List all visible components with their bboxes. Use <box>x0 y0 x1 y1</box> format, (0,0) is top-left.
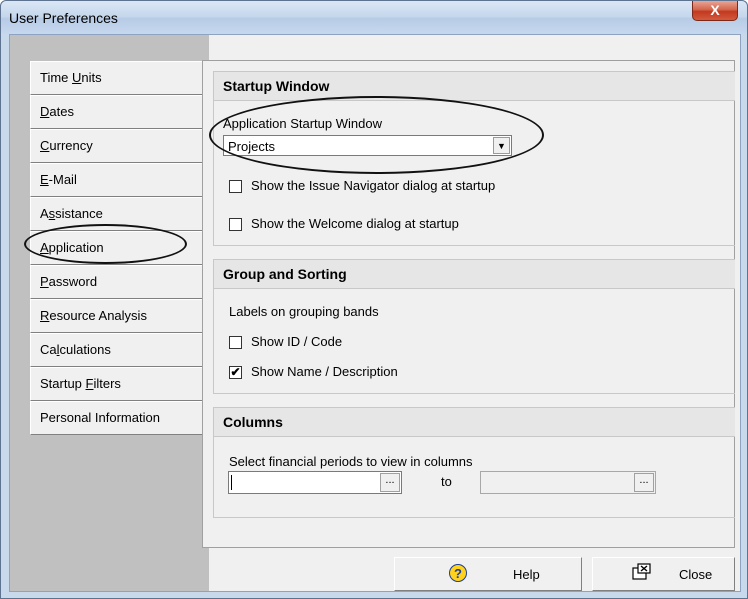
tab-currency[interactable]: Currency <box>30 129 209 163</box>
startup-window-select[interactable]: Projects ▼ <box>223 135 512 156</box>
period-from-browse-button[interactable]: ... <box>380 473 400 492</box>
period-to-browse-button[interactable]: ... <box>634 473 654 492</box>
welcome-dialog-label: Show the Welcome dialog at startup <box>251 216 459 231</box>
title-bar: User Preferences X <box>1 1 747 34</box>
tab-dates[interactable]: Dates <box>30 95 209 129</box>
category-nav-area: Time Units Dates Currency E-Mail Assista… <box>10 35 209 591</box>
tab-assistance[interactable]: Assistance <box>30 197 209 231</box>
show-name-description-label: Show Name / Description <box>251 364 398 379</box>
tab-startup-filters[interactable]: Startup Filters <box>30 367 209 401</box>
dialog-client-area: Time Units Dates Currency E-Mail Assista… <box>9 34 741 592</box>
tab-personal-information[interactable]: Personal Information <box>30 401 209 435</box>
tab-time-units[interactable]: Time Units <box>30 61 209 95</box>
tab-calculations[interactable]: Calculations <box>30 333 209 367</box>
help-button[interactable]: ? Help <box>394 557 582 591</box>
help-label: Help <box>513 567 540 582</box>
window-close-button[interactable]: X <box>692 1 738 21</box>
grouping-bands-label: Labels on grouping bands <box>229 304 379 319</box>
columns-header: Columns <box>214 408 735 437</box>
startup-window-value: Projects <box>228 139 275 154</box>
close-label: Close <box>679 567 713 582</box>
group-sorting-group: Group and Sorting Labels on grouping ban… <box>213 259 735 394</box>
columns-group: Columns Select financial periods to view… <box>213 407 735 518</box>
window-title: User Preferences <box>9 10 118 26</box>
show-id-code-label: Show ID / Code <box>251 334 343 349</box>
close-window-icon <box>632 563 651 580</box>
welcome-dialog-checkbox[interactable] <box>229 218 242 231</box>
financial-periods-label: Select financial periods to view in colu… <box>229 454 473 469</box>
period-from-field[interactable]: ... <box>228 471 402 494</box>
issue-navigator-checkbox[interactable] <box>229 180 242 193</box>
settings-panel: Startup Window Application Startup Windo… <box>202 60 735 548</box>
show-id-code-checkbox[interactable] <box>229 336 242 349</box>
group-sorting-header: Group and Sorting <box>214 260 735 289</box>
dropdown-arrow-icon[interactable]: ▼ <box>493 137 510 154</box>
issue-navigator-label: Show the Issue Navigator dialog at start… <box>251 178 496 193</box>
text-caret <box>231 475 232 490</box>
startup-window-group: Startup Window Application Startup Windo… <box>213 71 735 246</box>
tab-resource-analysis[interactable]: Resource Analysis <box>30 299 209 333</box>
category-tabs: Time Units Dates Currency E-Mail Assista… <box>30 61 209 435</box>
startup-combo-label: Application Startup Window <box>223 116 382 131</box>
period-to-field[interactable]: ... <box>480 471 656 494</box>
to-label: to <box>441 474 452 489</box>
user-preferences-window: User Preferences X Time Units Dates Curr… <box>0 0 748 599</box>
close-button[interactable]: Close <box>592 557 735 591</box>
tab-email[interactable]: E-Mail <box>30 163 209 197</box>
question-circle-icon: ? <box>449 564 467 582</box>
tab-password[interactable]: Password <box>30 265 209 299</box>
close-x-icon: X <box>710 2 720 18</box>
show-name-description-checkbox[interactable]: ✔ <box>229 366 242 379</box>
startup-window-header: Startup Window <box>214 72 735 101</box>
tab-application[interactable]: Application <box>30 231 209 265</box>
